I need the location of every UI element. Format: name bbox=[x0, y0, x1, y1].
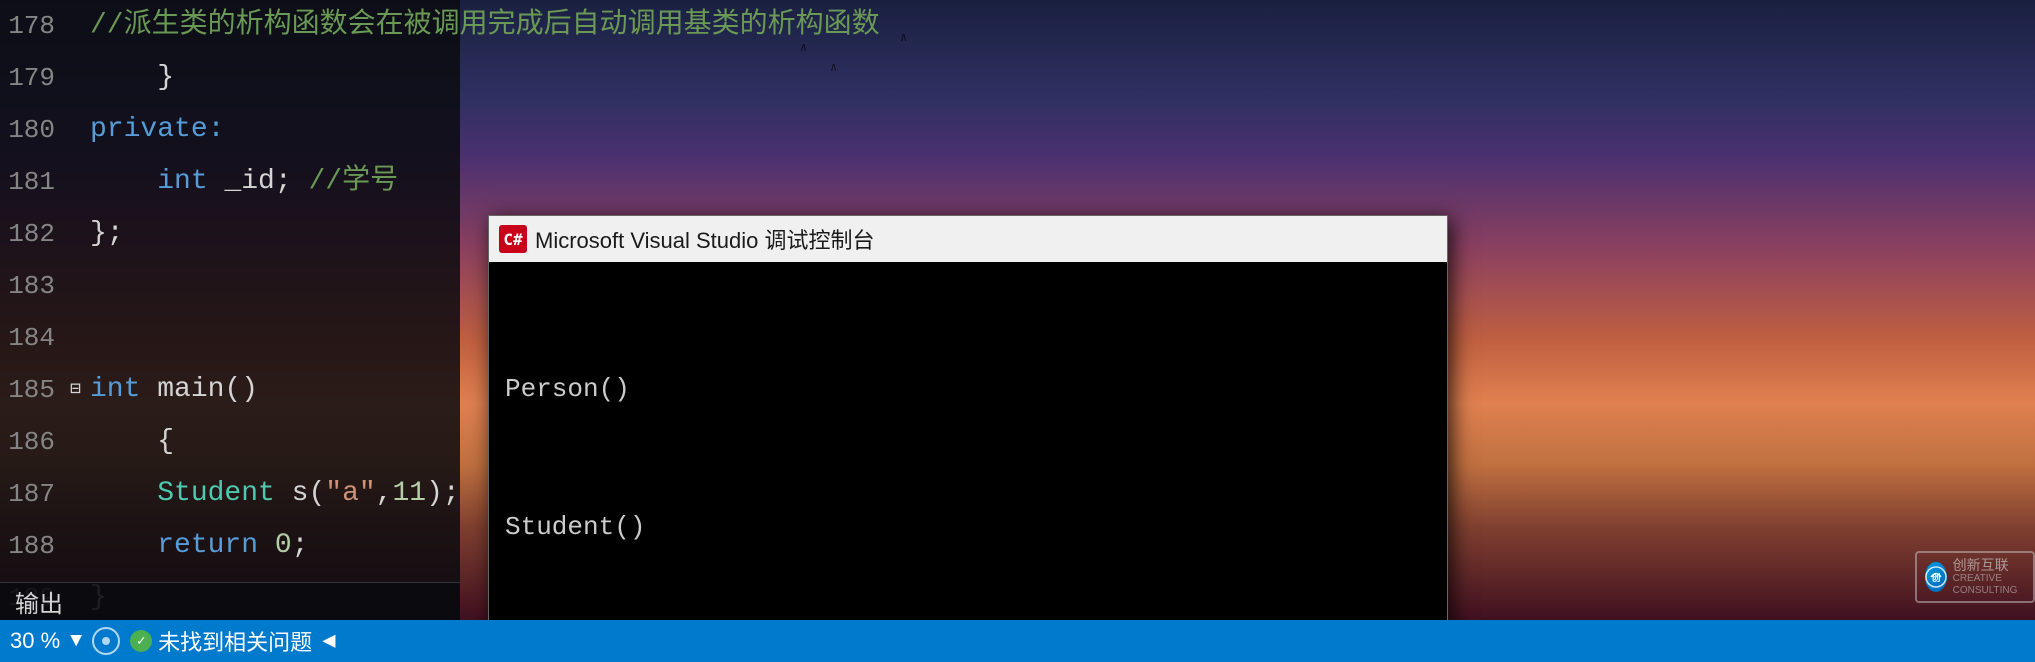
code-line-179: 179 } bbox=[0, 52, 460, 104]
line-content-178: //派生类的析构函数会在被调用完成后自动调用基类的析构函数 bbox=[90, 0, 880, 52]
line-content-182: }; bbox=[90, 208, 460, 260]
line-number-187: 187 bbox=[0, 468, 70, 520]
watermark-label: 创新互联 CREATIVE CONSULTING bbox=[1953, 557, 2026, 598]
line-number-188: 188 bbox=[0, 520, 70, 572]
status-arrow-icon[interactable]: ◀ bbox=[322, 628, 335, 654]
code-line-186: 186 { bbox=[0, 416, 460, 468]
code-editor-panel: 178 //派生类的析构函数会在被调用完成后自动调用基类的析构函数 179 } … bbox=[0, 0, 460, 620]
no-issues-status: ✓ 未找到相关问题 bbox=[130, 625, 312, 657]
line-number-183: 183 bbox=[0, 260, 70, 312]
console-line-1: Person() bbox=[505, 366, 1431, 412]
no-issues-text: 未找到相关问题 bbox=[158, 625, 312, 657]
code-line-182: 182 }; bbox=[0, 208, 460, 260]
code-line-184: 184 bbox=[0, 312, 460, 364]
collapse-185[interactable]: ⊟ bbox=[70, 364, 90, 416]
code-content: 178 //派生类的析构函数会在被调用完成后自动调用基类的析构函数 179 } … bbox=[0, 0, 460, 624]
watermark: 创 创新互联 CREATIVE CONSULTING bbox=[1925, 547, 2025, 607]
console-body: Person() Student() ~Person() ~Student() … bbox=[489, 262, 1447, 634]
status-bar: 30 % ▼ ✓ 未找到相关问题 ◀ bbox=[0, 620, 2035, 662]
line-content-187: Student s("a",11); bbox=[90, 468, 460, 520]
line-content-188: return 0; bbox=[90, 520, 460, 572]
output-text: 输出 bbox=[15, 584, 63, 619]
line-number-179: 179 bbox=[0, 52, 70, 104]
watermark-box: 创 创新互联 CREATIVE CONSULTING bbox=[1915, 551, 2035, 604]
code-line-187: 187 Student s("a",11); bbox=[0, 468, 460, 520]
line-number-184: 184 bbox=[0, 312, 70, 364]
code-line-181: 181 int _id; //学号 bbox=[0, 156, 460, 208]
code-line-185: 185 ⊟ int main() bbox=[0, 364, 460, 416]
console-line-2: Student() bbox=[505, 504, 1431, 550]
line-content-185: int main() bbox=[90, 364, 460, 416]
line-content-179: } bbox=[90, 52, 460, 104]
output-panel-label: 输出 bbox=[0, 582, 460, 620]
code-line-188: 188 return 0; bbox=[0, 520, 460, 572]
console-title: Microsoft Visual Studio 调试控制台 bbox=[535, 223, 874, 255]
code-line-180: 180 private: bbox=[0, 104, 460, 156]
watermark-logo: 创 bbox=[1925, 562, 1947, 592]
console-output: Person() Student() ~Person() ~Student() … bbox=[505, 274, 1431, 634]
bird-decoration-2: ∧ bbox=[830, 60, 837, 75]
line-number-186: 186 bbox=[0, 416, 70, 468]
line-number-182: 182 bbox=[0, 208, 70, 260]
bird-decoration-3: ∧ bbox=[900, 30, 907, 45]
zoom-dropdown-icon[interactable]: ▼ bbox=[70, 630, 82, 653]
svg-text:创: 创 bbox=[1930, 572, 1940, 583]
line-number-180: 180 bbox=[0, 104, 70, 156]
vs-icon: C# bbox=[499, 225, 527, 253]
line-number-185: 185 bbox=[0, 364, 70, 416]
target-icon[interactable] bbox=[92, 627, 120, 655]
console-dialog: C# Microsoft Visual Studio 调试控制台 Person(… bbox=[488, 215, 1448, 635]
line-number-181: 181 bbox=[0, 156, 70, 208]
line-content-181: int _id; //学号 bbox=[90, 156, 460, 208]
check-circle-icon: ✓ bbox=[130, 630, 152, 652]
code-line-178: 178 //派生类的析构函数会在被调用完成后自动调用基类的析构函数 bbox=[0, 0, 460, 52]
line-number-178: 178 bbox=[0, 0, 70, 52]
code-line-183: 183 bbox=[0, 260, 460, 312]
line-content-180: private: bbox=[90, 104, 460, 156]
zoom-level[interactable]: 30 % bbox=[10, 628, 60, 654]
line-content-186: { bbox=[90, 416, 460, 468]
console-titlebar: C# Microsoft Visual Studio 调试控制台 bbox=[489, 216, 1447, 262]
